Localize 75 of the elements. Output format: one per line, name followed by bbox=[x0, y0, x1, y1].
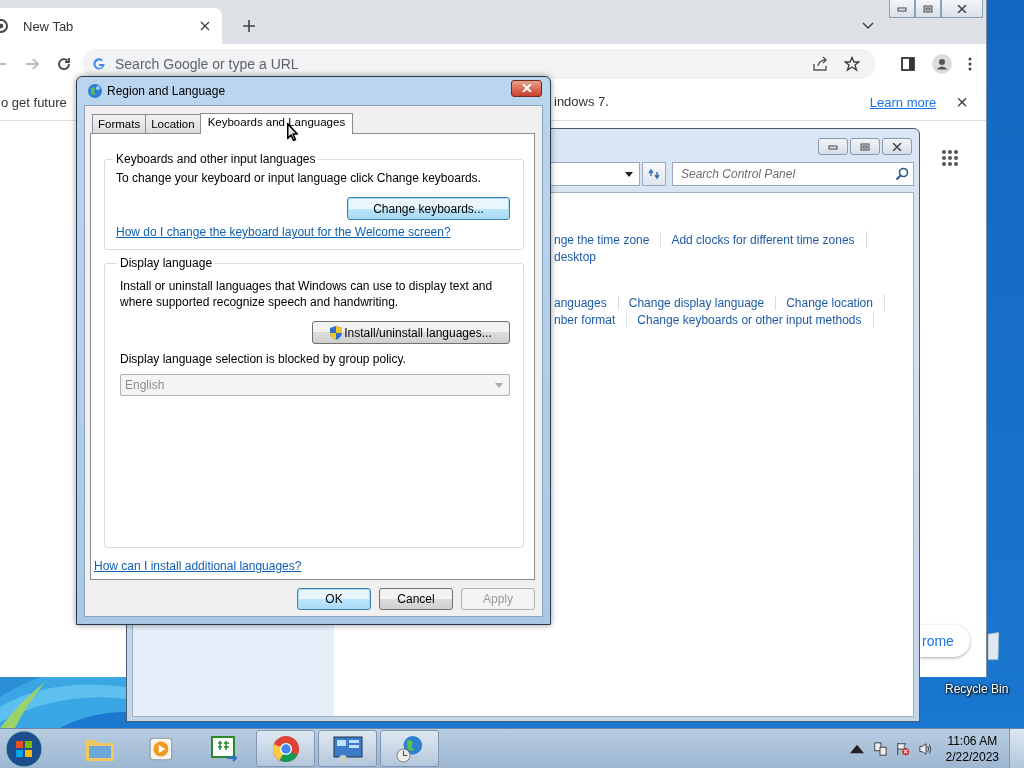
speaker-icon[interactable] bbox=[918, 741, 933, 756]
network-icon[interactable] bbox=[872, 741, 887, 756]
globe-icon bbox=[87, 83, 103, 99]
close-icon[interactable] bbox=[200, 21, 210, 31]
shield-icon bbox=[330, 325, 343, 340]
task-link[interactable]: nber format bbox=[554, 312, 616, 327]
tab[interactable]: Keyboards and Languages bbox=[199, 113, 354, 134]
task-link[interactable]: Change display language bbox=[617, 295, 765, 310]
dialog-button[interactable]: OK bbox=[297, 588, 371, 610]
group-title: Keyboards and other input languages bbox=[115, 152, 317, 166]
flag-icon[interactable] bbox=[895, 741, 910, 756]
minimize-icon bbox=[828, 142, 838, 151]
description-text: Install or uninstall languages that Windows can use to display text and where supported recognize speech and handwriting. bbox=[120, 278, 494, 310]
close-button[interactable] bbox=[941, 0, 983, 18]
change-keyboards-button[interactable]: Change keyboards... bbox=[347, 197, 510, 220]
task-link[interactable]: nge the time zone bbox=[554, 232, 650, 247]
chrome-icon bbox=[270, 734, 301, 763]
dialog-button[interactable]: Cancel bbox=[379, 588, 453, 610]
menu-icon[interactable] bbox=[968, 56, 972, 72]
install-languages-button[interactable]: Install/uninstall languages... bbox=[312, 321, 510, 344]
reload-icon[interactable] bbox=[56, 56, 72, 72]
taskbar-button[interactable] bbox=[380, 730, 439, 767]
help-link[interactable]: How can I install additional languages? bbox=[94, 559, 524, 573]
task-link[interactable]: Change keyboards or other input methods bbox=[626, 312, 862, 327]
minimize-button[interactable] bbox=[889, 0, 915, 18]
close-icon bbox=[892, 142, 902, 151]
star-icon[interactable] bbox=[844, 56, 860, 72]
apps-grid-icon[interactable] bbox=[941, 149, 959, 167]
customize-button[interactable]: rome bbox=[920, 625, 970, 657]
chevron-down-icon[interactable] bbox=[862, 22, 874, 30]
close-icon bbox=[521, 84, 532, 92]
address-bar[interactable]: Search Google or type a URL bbox=[82, 49, 876, 79]
browser-tab[interactable]: New Tab bbox=[0, 8, 222, 44]
description-text: To change your keyboard or input language click Change keyboards. bbox=[116, 170, 482, 186]
globe-clock-icon bbox=[394, 734, 425, 763]
infobar-text: indows 7. bbox=[554, 94, 609, 109]
restore-icon bbox=[860, 142, 870, 151]
new-tab-icon[interactable] bbox=[242, 19, 256, 33]
clock[interactable]: 11:06 AM 2/22/2023 bbox=[945, 732, 999, 765]
infobar-close-button[interactable]: × bbox=[956, 92, 968, 112]
maximize-button[interactable] bbox=[915, 0, 941, 18]
infobar-text: o get future bbox=[1, 94, 67, 110]
profile-icon[interactable] bbox=[932, 54, 952, 74]
group-title: Display language bbox=[119, 256, 214, 270]
dropdown-arrow-icon bbox=[495, 382, 503, 388]
refresh-button[interactable] bbox=[642, 162, 666, 186]
task-link[interactable]: desktop bbox=[554, 249, 597, 264]
taskbar-button[interactable] bbox=[256, 730, 315, 767]
close-icon bbox=[957, 4, 967, 13]
task-link[interactable]: anguages bbox=[554, 295, 607, 310]
taskbar-button[interactable] bbox=[318, 730, 377, 767]
minimize-button[interactable] bbox=[818, 138, 848, 155]
task-link[interactable]: Change location bbox=[775, 295, 873, 310]
share-icon[interactable] bbox=[812, 56, 828, 72]
google-icon bbox=[92, 57, 106, 71]
search-icon bbox=[895, 167, 909, 181]
restore-icon bbox=[923, 4, 933, 13]
search-field[interactable]: Search Control Panel bbox=[672, 162, 914, 186]
desktop-icon-label[interactable]: Recycle Bin bbox=[945, 682, 1009, 696]
tab[interactable]: Location bbox=[145, 114, 201, 133]
start-button[interactable] bbox=[4, 728, 44, 768]
policy-note: Display language selection is blocked by group policy. bbox=[120, 351, 407, 367]
close-button[interactable] bbox=[511, 79, 542, 97]
close-button[interactable] bbox=[882, 138, 912, 155]
side-panel-icon[interactable] bbox=[900, 56, 916, 72]
learn-more-link[interactable]: Learn more bbox=[869, 94, 937, 110]
minimize-icon bbox=[897, 4, 907, 13]
help-link[interactable]: How do I change the keyboard layout for the Welcome screen? bbox=[116, 225, 510, 239]
dropdown-arrow-icon bbox=[625, 171, 633, 177]
window-title: Region and Language bbox=[107, 84, 226, 98]
refresh-icon bbox=[647, 168, 661, 180]
control-panel-icon bbox=[332, 734, 363, 763]
task-link[interactable]: Add clocks for different time zones bbox=[660, 232, 855, 247]
code-file-icon bbox=[208, 734, 239, 763]
tab[interactable]: Formats bbox=[92, 114, 147, 133]
